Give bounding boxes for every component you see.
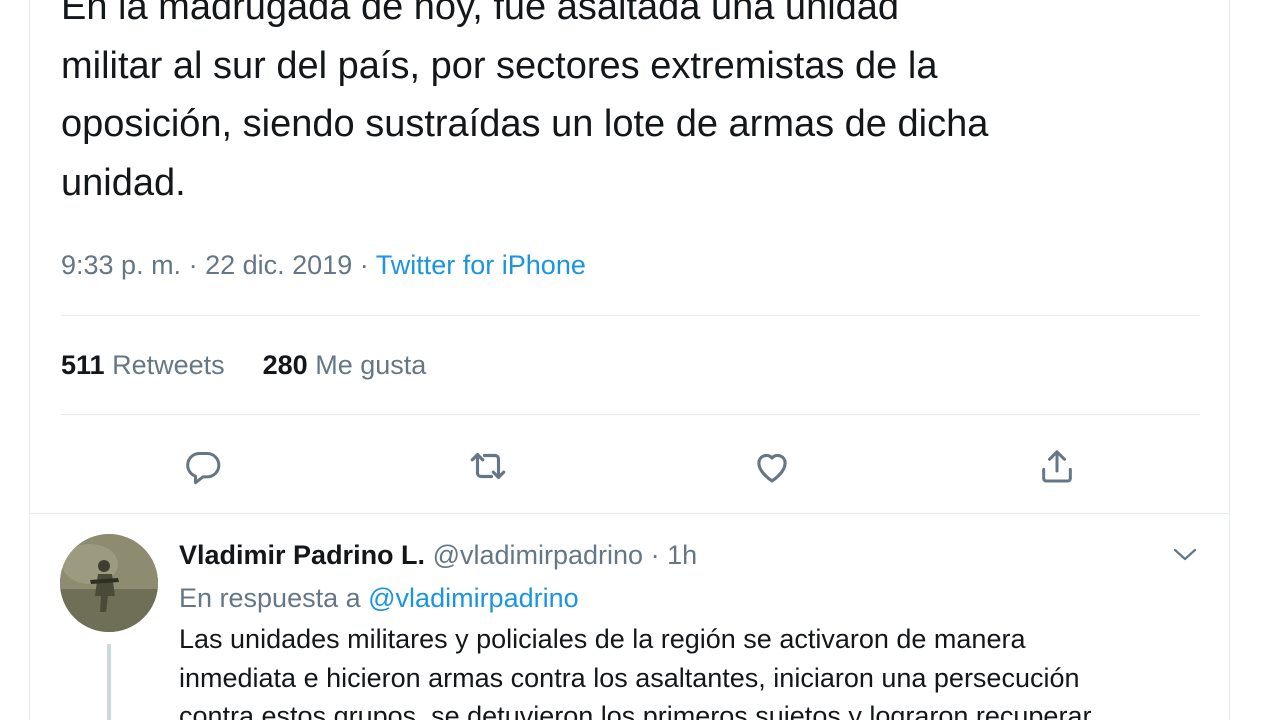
retweet-icon[interactable] <box>466 444 510 488</box>
reply-prefix: En respuesta a <box>179 583 361 613</box>
reply-icon[interactable] <box>181 444 225 488</box>
thread-line <box>107 644 111 720</box>
section-divider <box>29 513 1230 514</box>
tweet-time: 9:33 p. m. <box>61 250 182 280</box>
tweet-meta: 9:33 p. m. · 22 dic. 2019 · Twitter for … <box>61 246 586 284</box>
header-separator: · <box>650 540 660 570</box>
like-icon[interactable] <box>750 444 794 488</box>
likes-stat[interactable]: 280 Me gusta <box>263 350 427 380</box>
retweets-label: Retweets <box>112 350 225 380</box>
frame-border-left <box>29 0 30 720</box>
divider <box>61 315 1200 316</box>
tweet-actions <box>0 444 1280 488</box>
likes-label: Me gusta <box>315 350 427 380</box>
frame-border-right <box>1229 0 1230 720</box>
tweet-source-link[interactable]: Twitter for iPhone <box>376 250 586 280</box>
meta-separator: · <box>188 250 198 280</box>
in-reply-to: En respuesta a @vladimirpadrino <box>179 579 579 617</box>
tweet-date: 22 dic. 2019 <box>205 250 353 280</box>
chevron-down-icon[interactable] <box>1168 540 1202 570</box>
tweet-stats: 511 Retweets 280 Me gusta <box>61 346 426 384</box>
retweets-count: 511 <box>61 350 105 380</box>
reply-header: Vladimir Padrino L. @vladimirpadrino · 1… <box>179 536 697 574</box>
reply-mention-link[interactable]: @vladimirpadrino <box>368 583 579 613</box>
likes-count: 280 <box>262 350 308 380</box>
share-icon[interactable] <box>1035 444 1079 488</box>
divider <box>61 414 1200 415</box>
reply-tweet-text: Las unidades militares y policiales de l… <box>179 624 1092 720</box>
tweet-page: En la madrugada de hoy, fue asaltada una… <box>0 0 1280 720</box>
meta-separator: · <box>359 250 369 280</box>
main-tweet-text: En la madrugada de hoy, fue asaltada una… <box>61 0 989 204</box>
author-handle[interactable]: @vladimirpadrino <box>433 540 644 570</box>
avatar[interactable] <box>60 534 158 632</box>
author-name[interactable]: Vladimir Padrino L. <box>179 540 425 570</box>
reply-time[interactable]: 1h <box>667 540 697 570</box>
retweets-stat[interactable]: 511 Retweets <box>61 350 225 380</box>
